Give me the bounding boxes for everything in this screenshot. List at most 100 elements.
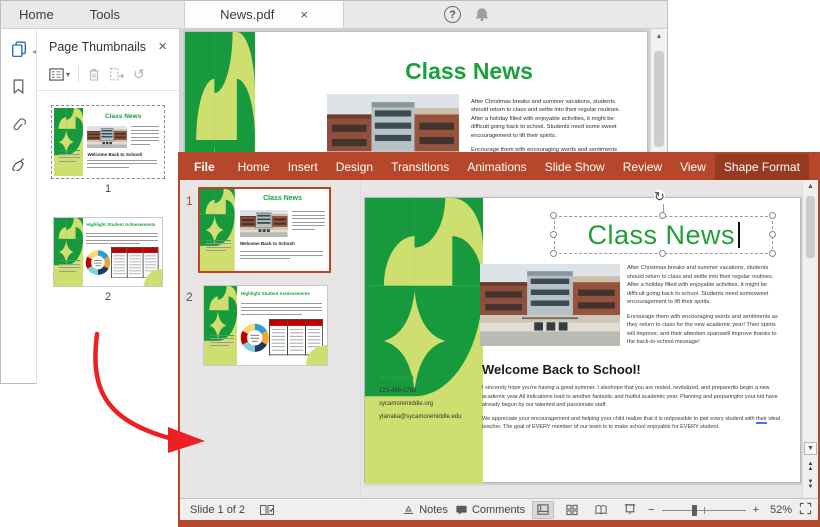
page-thumbnails-icon[interactable]	[11, 41, 27, 58]
rotate-pages-button[interactable]: ↺	[133, 67, 145, 81]
attachments-paperclip-icon[interactable]	[11, 117, 27, 133]
pdf-left-rail	[1, 29, 37, 384]
thumbnails-toolbar: ▾ ↺	[37, 60, 179, 91]
text-lines	[86, 232, 158, 247]
zoom-slider[interactable]	[661, 504, 746, 516]
page-thumbnails-panel: Page Thumbnails × ▾ ↺ Class News Welcome…	[37, 29, 180, 384]
text-lines	[87, 159, 157, 171]
slide-sorter-view-button[interactable]	[561, 501, 583, 519]
panel-title: Page Thumbnails	[49, 40, 147, 54]
pdf-tab-document[interactable]: News.pdf ×	[184, 1, 345, 28]
ribbon-tab-animations[interactable]: Animations	[458, 154, 535, 180]
slide-1-editor[interactable]: Ms. Tanaka 123-456-0789 sycamoremiddle.o…	[364, 190, 801, 484]
normal-view-button[interactable]	[532, 500, 555, 519]
green-geometric-pattern	[365, 198, 483, 484]
welcome-heading[interactable]: Welcome Back to School!	[482, 362, 641, 377]
selection-handle-e[interactable]	[769, 231, 776, 238]
powerpoint-workspace: 1 Class News Welcome Back to School! 2 H…	[180, 180, 818, 498]
mini-contact-lines	[206, 239, 231, 254]
zoom-percentage[interactable]: 52%	[766, 504, 792, 516]
ribbon-tab-shape-format[interactable]: Shape Format	[714, 154, 809, 180]
teacher-website: sycamoremiddle.org	[379, 401, 434, 407]
selection-handle-sw[interactable]	[550, 250, 557, 257]
ribbon-tab-review[interactable]: Review	[614, 154, 671, 180]
welcome-body-text[interactable]: I sincerely hope you're having a great s…	[482, 384, 794, 437]
ribbon-tab-view[interactable]: View	[671, 154, 715, 180]
comments-icon	[456, 505, 467, 515]
ribbon-tab-insert[interactable]: Insert	[279, 154, 327, 180]
text-lines	[130, 126, 159, 147]
proofing-status-icon[interactable]	[259, 503, 275, 517]
text-lines	[291, 211, 326, 232]
reading-view-icon	[595, 505, 607, 515]
reading-view-button[interactable]	[590, 501, 612, 519]
notifications-bell-icon[interactable]	[474, 6, 490, 25]
bookmarks-icon[interactable]	[11, 79, 27, 95]
ppt-scrollbar-thumb[interactable]	[806, 196, 815, 258]
pdf-scrollbar-thumb[interactable]	[654, 51, 664, 147]
school-photo[interactable]	[480, 264, 620, 346]
pdf-paragraph-1: After Christmas breaks and summer vacati…	[471, 99, 621, 139]
slideshow-icon	[625, 504, 636, 515]
ppt-status-bar: Slide 1 of 2 Notes Comments − + 52%	[180, 498, 818, 520]
comments-toggle[interactable]: Comments	[455, 504, 525, 516]
ppt-vertical-scrollbar[interactable]: ▲ ▼ ▲ ▲ ▼ ▼	[802, 180, 818, 498]
pdf-tab-tools-label: Tools	[89, 7, 121, 22]
slideshow-view-button[interactable]	[619, 501, 641, 519]
pdf-tab-home[interactable]: Home	[1, 1, 72, 28]
slide-indicator: Slide 1 of 2	[190, 503, 246, 516]
selection-handle-w[interactable]	[550, 231, 557, 238]
mini-contact-lines	[210, 334, 234, 349]
selection-handle-ne[interactable]	[769, 212, 776, 219]
slide-thumbnail-2[interactable]: Highlight Student Achievements	[203, 285, 328, 366]
ribbon-tab-transitions[interactable]: Transitions	[382, 154, 458, 180]
scroll-down-icon[interactable]: ▼	[804, 442, 817, 455]
panel-collapse-arrow[interactable]: ◂	[32, 47, 36, 56]
delete-pages-button[interactable]	[87, 67, 101, 82]
scroll-up-icon[interactable]: ▲	[651, 33, 667, 40]
mini-heading: Welcome Back to School!	[239, 241, 295, 247]
teacher-email: ytanaka@sycamoremiddle.edu	[379, 414, 462, 420]
panel-close-icon[interactable]: ×	[158, 39, 167, 54]
signature-pen-icon[interactable]	[11, 155, 27, 173]
notes-toggle[interactable]: Notes	[402, 504, 448, 516]
contact-block[interactable]: Ms. Tanaka 123-456-0789 sycamoremiddle.o…	[379, 374, 479, 427]
pdf-tab-tools[interactable]: Tools	[72, 1, 138, 28]
title-textbox-selected[interactable]: Class News	[554, 216, 773, 254]
page-number-label: 1	[104, 183, 112, 195]
extract-pages-button[interactable]	[109, 67, 125, 82]
close-document-icon[interactable]: ×	[300, 7, 308, 22]
text-lines	[240, 303, 323, 317]
ribbon-tab-file[interactable]: File	[180, 154, 229, 180]
intro-text-column[interactable]: After Christmas breaks and summer vacati…	[627, 264, 779, 353]
next-slide-button[interactable]: ▼ ▼	[803, 479, 818, 490]
selection-handle-se[interactable]	[769, 250, 776, 257]
pdf-page-thumbnail-1[interactable]: Class News Welcome Back to School!	[51, 105, 165, 179]
pdf-page-title: Class News	[405, 58, 533, 84]
pdf-page-thumbnail-2[interactable]: Highlight Student Achievements	[53, 217, 163, 287]
pdf-tab-document-label: News.pdf	[220, 7, 275, 22]
scroll-up-icon[interactable]: ▲	[803, 183, 818, 190]
zoom-in-button[interactable]: +	[753, 504, 759, 516]
slide-thumbnail-panel: 1 Class News Welcome Back to School! 2 H…	[180, 180, 360, 498]
thumbnail-options-button[interactable]: ▾	[49, 67, 70, 81]
rotate-handle-icon[interactable]: ↻	[654, 190, 665, 204]
ribbon-tab-design[interactable]: Design	[327, 154, 382, 180]
selection-handle-s[interactable]	[659, 250, 666, 257]
mini-heading: Welcome Back to School!	[87, 151, 143, 157]
zoom-slider-thumb[interactable]	[691, 504, 697, 516]
mini-title-2: Highlight Student Achievements	[240, 290, 310, 296]
ribbon-tab-home[interactable]: Home	[229, 154, 279, 180]
previous-slide-button[interactable]: ▲ ▲	[803, 461, 818, 472]
zoom-out-button[interactable]: −	[648, 504, 654, 516]
ribbon-tab-slideshow[interactable]: Slide Show	[536, 154, 614, 180]
slide-thumbnail-1[interactable]: Class News Welcome Back to School!	[198, 187, 331, 273]
selection-handle-n[interactable]	[659, 212, 666, 219]
help-icon[interactable]: ?	[444, 6, 461, 23]
selection-handle-nw[interactable]	[550, 212, 557, 219]
grammar-underline: their	[756, 415, 767, 424]
slide-title-text[interactable]: Class News	[587, 220, 735, 251]
fit-slide-button[interactable]	[799, 502, 812, 518]
page-number-label: 2	[104, 291, 112, 303]
notes-label: Notes	[419, 503, 448, 516]
